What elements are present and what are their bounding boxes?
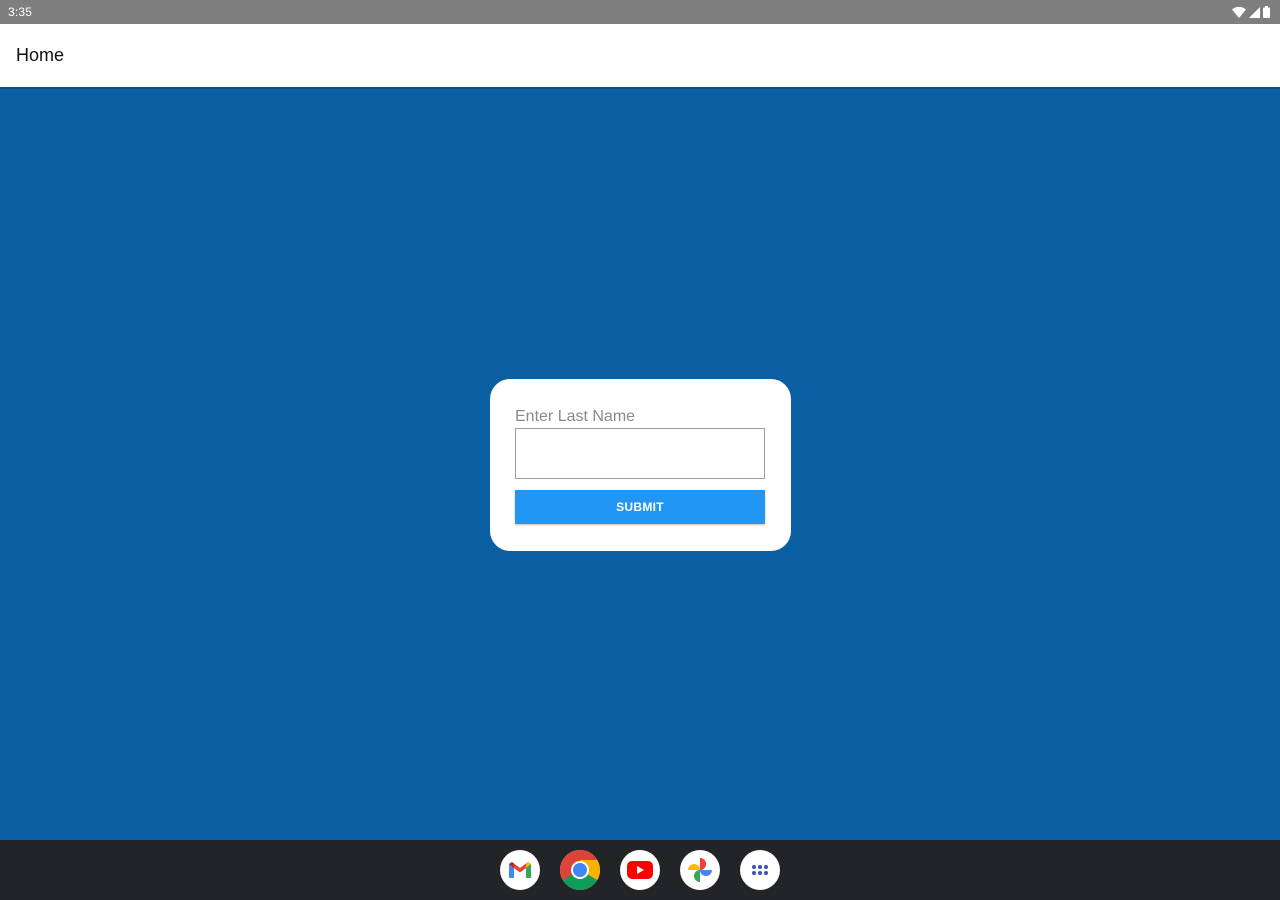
page-title: Home [16,45,65,65]
wifi-icon [1232,6,1246,18]
main-content: Enter Last Name SUBMIT [0,89,1280,840]
status-icons [1232,6,1270,18]
app-bar: Home [0,24,1280,89]
taskbar [0,840,1280,900]
last-name-form-card: Enter Last Name SUBMIT [490,379,791,551]
last-name-input[interactable] [515,428,765,479]
youtube-icon[interactable] [620,850,660,890]
status-bar: 3:35 [0,0,1280,24]
app-drawer-icon[interactable] [740,850,780,890]
signal-icon [1249,6,1260,18]
submit-button[interactable]: SUBMIT [515,490,765,524]
last-name-label: Enter Last Name [515,408,636,425]
status-time: 3:35 [8,5,33,19]
chrome-icon[interactable] [560,850,600,890]
battery-icon [1263,6,1270,18]
photos-icon[interactable] [680,850,720,890]
gmail-icon[interactable] [500,850,540,890]
